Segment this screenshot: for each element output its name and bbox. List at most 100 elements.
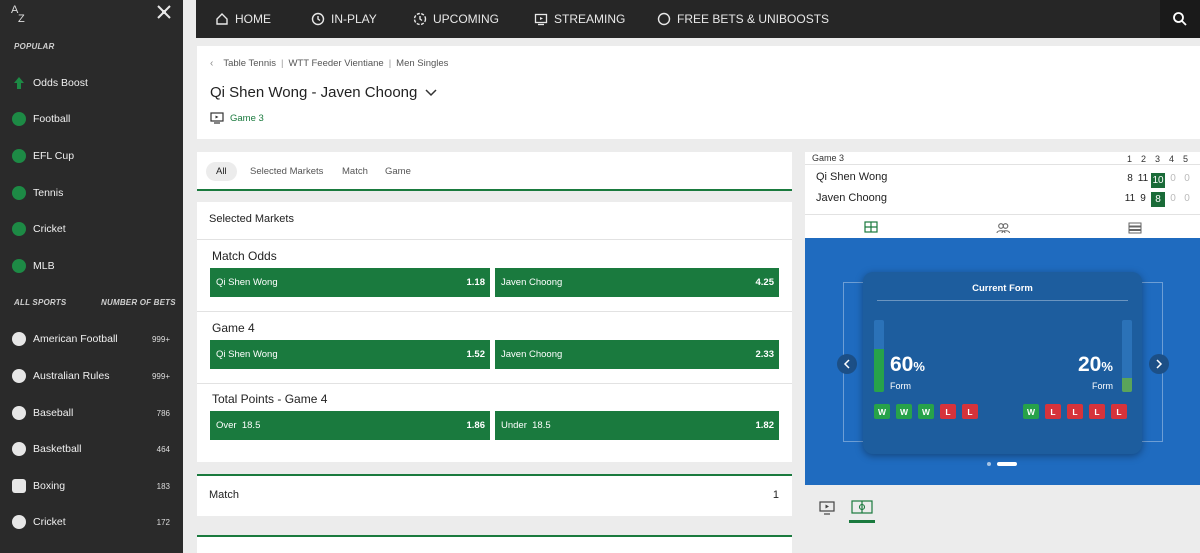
sidebar-item-cricket-all[interactable]: Cricket 172 bbox=[0, 510, 183, 534]
sidebar-top: AZ bbox=[0, 0, 183, 38]
carousel-dot-active[interactable] bbox=[997, 462, 1017, 466]
nav-streaming[interactable]: STREAMING bbox=[534, 0, 625, 38]
outcome-price: 1.18 bbox=[466, 277, 486, 288]
outcome-label: Qi Shen Wong bbox=[216, 277, 278, 288]
nav-label: HOME bbox=[235, 12, 271, 26]
sidebar-item-american-football[interactable]: American Football 999+ bbox=[0, 327, 183, 351]
list-icon bbox=[1128, 222, 1141, 234]
sidebar-item-basketball[interactable]: Basketball 464 bbox=[0, 437, 183, 461]
sidebar-item-mlb[interactable]: MLB bbox=[0, 254, 183, 278]
sidebar-item-efl-cup[interactable]: EFL Cup bbox=[0, 144, 183, 168]
nav-home[interactable]: HOME bbox=[215, 0, 271, 38]
outcome-price: 2.33 bbox=[755, 349, 775, 360]
column-header: 1 bbox=[1127, 154, 1133, 164]
bet-count: 464 bbox=[156, 444, 170, 454]
selected-markets-panel: Selected Markets Match Odds Qi Shen Wong… bbox=[197, 202, 792, 462]
current-form-card: Current Form 60% Form W W W L L 20% Form… bbox=[863, 272, 1142, 454]
breadcrumb-item[interactable]: Table Tennis bbox=[223, 58, 276, 69]
nav-free-bets[interactable]: FREE BETS & UNIBOOSTS bbox=[657, 0, 829, 38]
market-name: Match Odds bbox=[212, 249, 277, 263]
form-label-right: Form bbox=[1092, 381, 1113, 391]
form-bar-left bbox=[874, 320, 884, 392]
nav-in-play[interactable]: IN-PLAY bbox=[311, 0, 377, 38]
tab-game[interactable]: Game bbox=[385, 162, 411, 181]
breadcrumb-item[interactable]: Men Singles bbox=[396, 58, 448, 69]
sidebar-item-label: Basketball bbox=[33, 443, 82, 455]
odds-button[interactable]: Under 18.5 1.82 bbox=[495, 411, 779, 440]
sidebar-item-odds-boost[interactable]: Odds Boost bbox=[0, 71, 183, 95]
chevron-left-icon bbox=[843, 359, 850, 369]
outcome-label: Over 18.5 bbox=[216, 420, 261, 431]
sidebar-item-label: Cricket bbox=[33, 223, 66, 235]
scoreboard: Game 3 1 2 3 4 5 Qi Shen Wong 8 11 10 0 … bbox=[805, 152, 1200, 241]
odds-button[interactable]: Qi Shen Wong 1.52 bbox=[210, 340, 490, 369]
bet-count: 183 bbox=[156, 481, 170, 491]
az-sort-icon[interactable]: AZ bbox=[11, 5, 25, 25]
nav-label: STREAMING bbox=[554, 12, 626, 26]
odds-button[interactable]: Javen Choong 2.33 bbox=[495, 340, 779, 369]
game-score: 9 bbox=[1140, 193, 1146, 204]
chevron-down-icon bbox=[425, 88, 437, 96]
divider bbox=[877, 300, 1128, 301]
column-header: 3 bbox=[1155, 154, 1161, 164]
cricket-icon bbox=[12, 222, 26, 236]
search-button[interactable] bbox=[1160, 0, 1200, 38]
australian-rules-icon bbox=[12, 369, 26, 383]
tab-match[interactable]: Match bbox=[342, 162, 368, 181]
baseball-icon bbox=[12, 406, 26, 420]
breadcrumb: ‹ Table Tennis | WTT Feeder Vientiane | … bbox=[210, 58, 448, 69]
game-score: 8 bbox=[1127, 173, 1133, 184]
nav-label: UPCOMING bbox=[433, 12, 499, 26]
form-title: Current Form bbox=[972, 283, 1033, 294]
next-slide-button[interactable] bbox=[1149, 354, 1169, 374]
sidebar-item-baseball[interactable]: Baseball 786 bbox=[0, 401, 183, 425]
form-bar-fill bbox=[874, 348, 884, 392]
back-chevron-icon[interactable]: ‹ bbox=[210, 58, 213, 69]
result-chip: L bbox=[1067, 404, 1083, 419]
result-chip: L bbox=[940, 404, 956, 419]
game-stream-link[interactable]: Game 3 bbox=[210, 112, 264, 124]
nav-label: IN-PLAY bbox=[331, 12, 377, 26]
search-icon bbox=[1173, 12, 1187, 26]
next-market-row bbox=[197, 535, 792, 553]
tab-selected-markets[interactable]: Selected Markets bbox=[250, 162, 323, 181]
tools-icon[interactable] bbox=[156, 4, 172, 20]
sidebar-item-label: EFL Cup bbox=[33, 150, 75, 162]
sidebar-item-tennis[interactable]: Tennis bbox=[0, 181, 183, 205]
column-header: 2 bbox=[1141, 154, 1147, 164]
tab-stream[interactable] bbox=[815, 493, 839, 523]
carousel-dot[interactable] bbox=[987, 462, 991, 466]
football-icon bbox=[12, 112, 26, 126]
odds-boost-icon bbox=[12, 76, 26, 90]
home-icon bbox=[216, 13, 228, 25]
bet-count: 786 bbox=[156, 408, 170, 418]
court-icon bbox=[851, 499, 873, 514]
section-title: Selected Markets bbox=[209, 213, 294, 225]
match-market-row[interactable]: Match 1 bbox=[197, 474, 792, 516]
form-bar-fill bbox=[1122, 377, 1132, 392]
odds-button[interactable]: Qi Shen Wong 1.18 bbox=[210, 268, 490, 297]
event-title-text: Qi Shen Wong - Javen Choong bbox=[210, 84, 418, 101]
outcome-label: Javen Choong bbox=[501, 277, 563, 288]
percent-sign: % bbox=[913, 359, 925, 374]
chevron-right-icon bbox=[1156, 359, 1163, 369]
sidebar-item-cricket[interactable]: Cricket bbox=[0, 217, 183, 241]
odds-button[interactable]: Javen Choong 4.25 bbox=[495, 268, 779, 297]
breadcrumb-item[interactable]: WTT Feeder Vientiane bbox=[288, 58, 383, 69]
tab-court[interactable] bbox=[849, 493, 875, 523]
tv-icon bbox=[210, 112, 224, 124]
tennis-icon bbox=[12, 186, 26, 200]
sidebar-item-australian-rules[interactable]: Australian Rules 999+ bbox=[0, 364, 183, 388]
market-name: Total Points - Game 4 bbox=[212, 392, 328, 406]
odds-button[interactable]: Over 18.5 1.86 bbox=[210, 411, 490, 440]
outcome-label: Qi Shen Wong bbox=[216, 349, 278, 360]
sidebar-item-boxing[interactable]: Boxing 183 bbox=[0, 474, 183, 498]
nav-upcoming[interactable]: UPCOMING bbox=[413, 0, 499, 38]
prev-slide-button[interactable] bbox=[837, 354, 857, 374]
tab-all[interactable]: All bbox=[206, 162, 237, 181]
event-title[interactable]: Qi Shen Wong - Javen Choong bbox=[210, 84, 437, 101]
sidebar-item-label: Tennis bbox=[33, 187, 64, 199]
sidebar-item-football[interactable]: Football bbox=[0, 107, 183, 131]
result-chip: L bbox=[1045, 404, 1061, 419]
sidebar-item-label: Boxing bbox=[33, 480, 66, 492]
